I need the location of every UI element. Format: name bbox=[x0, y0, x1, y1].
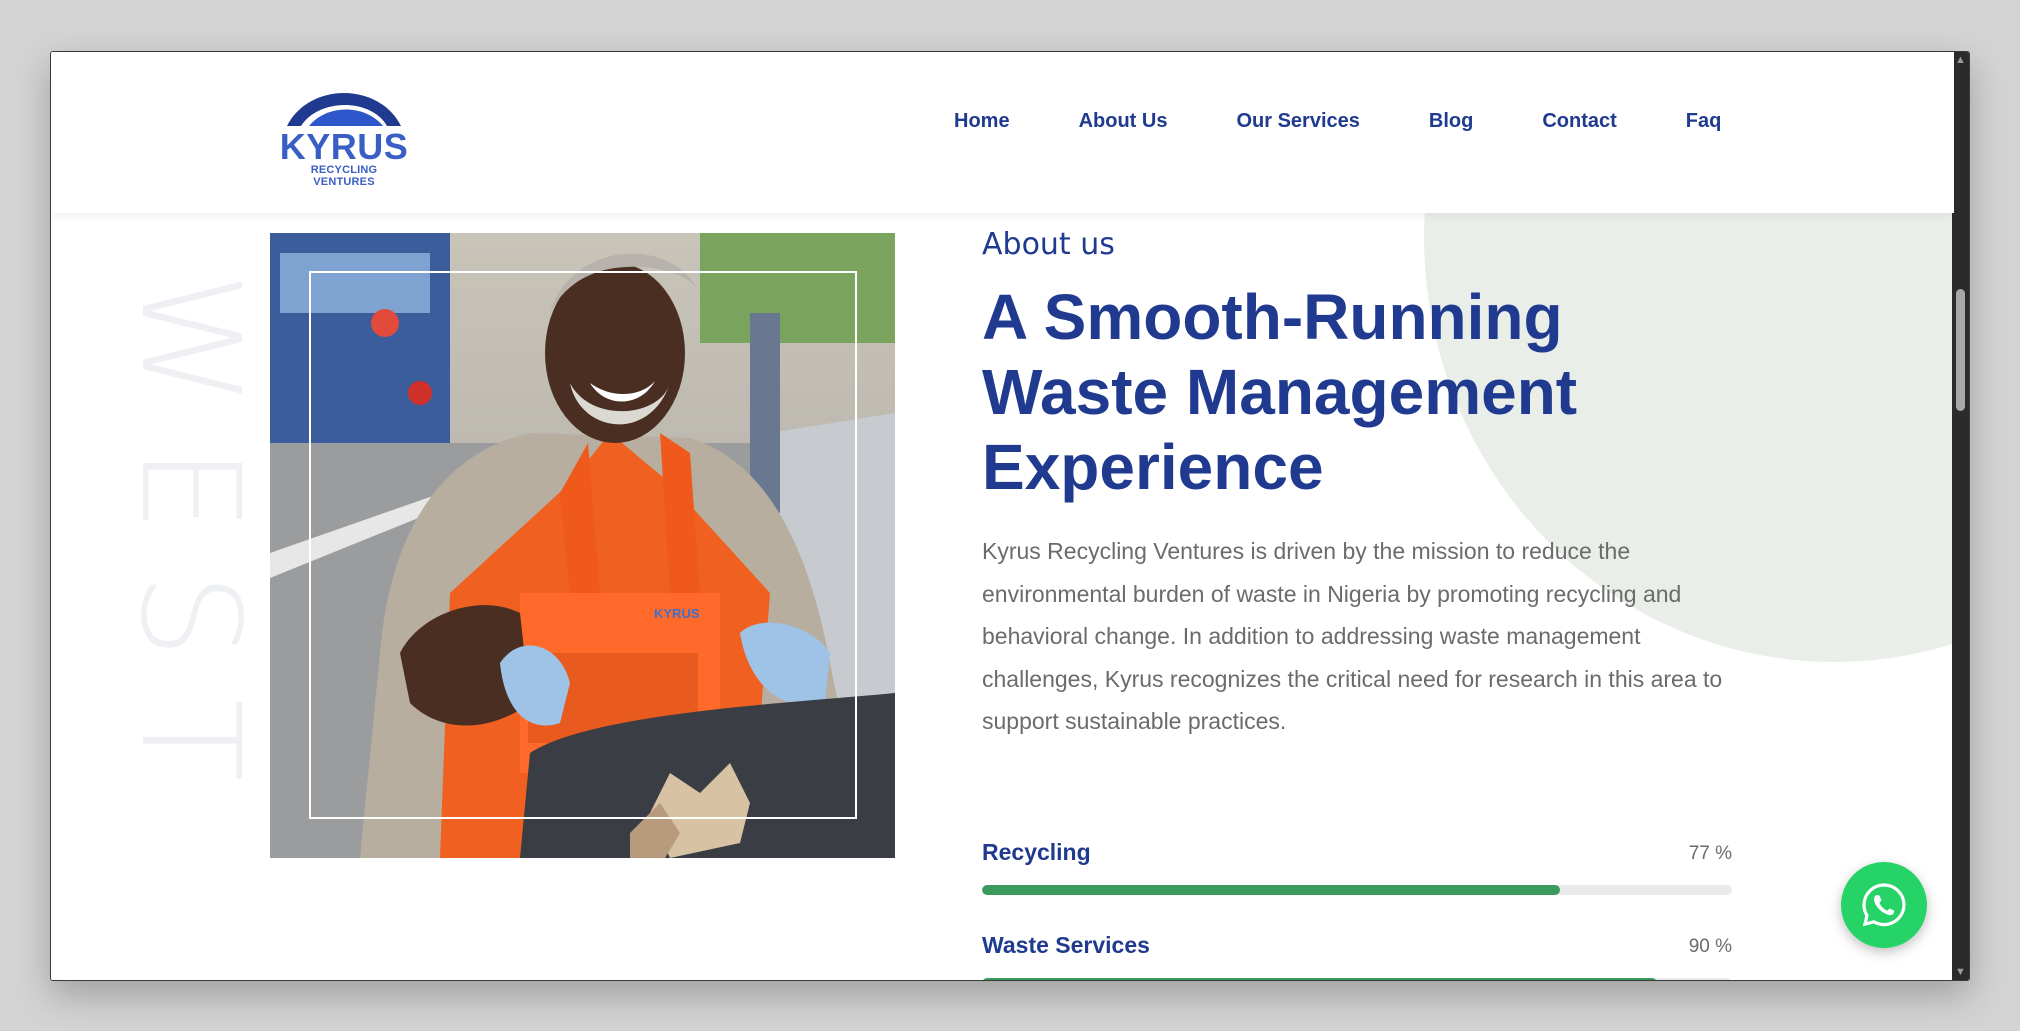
skill-label: Recycling bbox=[982, 839, 1091, 865]
whatsapp-icon bbox=[1862, 883, 1906, 927]
skill-percent: 90 % bbox=[1688, 936, 1732, 957]
section-eyebrow: About us bbox=[982, 227, 1115, 262]
skill-label: Waste Services bbox=[982, 932, 1150, 958]
progress-fill bbox=[982, 885, 1560, 895]
nav-home[interactable]: Home bbox=[954, 103, 1010, 139]
page: WEST KYRUS RECYCLING VENTURES Home About… bbox=[51, 52, 1954, 980]
scroll-down-arrow-icon[interactable]: ▼ bbox=[1952, 964, 1969, 980]
nav-blog[interactable]: Blog bbox=[1429, 103, 1473, 139]
skill-percent: 77 % bbox=[1688, 843, 1732, 864]
scroll-thumb[interactable] bbox=[1956, 289, 1965, 411]
nav-our-services[interactable]: Our Services bbox=[1236, 103, 1359, 139]
whatsapp-button[interactable] bbox=[1841, 862, 1927, 948]
kyrus-logo[interactable]: KYRUS RECYCLING VENTURES bbox=[279, 86, 409, 188]
progress-track bbox=[982, 885, 1732, 895]
vertical-scrollbar[interactable]: ▲ ▼ bbox=[1952, 52, 1969, 980]
logo-arc-icon bbox=[287, 93, 401, 126]
section-heading: A Smooth-Running Waste Management Experi… bbox=[982, 281, 1578, 503]
progress-track bbox=[982, 978, 1732, 980]
browser-window: WEST KYRUS RECYCLING VENTURES Home About… bbox=[50, 51, 1970, 981]
photo-frame-outline bbox=[309, 271, 857, 819]
logo-tagline: RECYCLING VENTURES bbox=[310, 164, 378, 188]
nav-contact[interactable]: Contact bbox=[1542, 103, 1616, 139]
site-header: KYRUS RECYCLING VENTURES Home About Us O… bbox=[51, 52, 1954, 213]
decorative-vertical-word: WEST bbox=[110, 272, 268, 822]
skill-waste-services: Waste Services 90 % bbox=[982, 932, 1732, 980]
logo-name: KYRUS bbox=[279, 126, 409, 167]
section-paragraph: Kyrus Recycling Ventures is driven by th… bbox=[982, 538, 1723, 734]
progress-fill bbox=[982, 978, 1657, 980]
skill-recycling: Recycling 77 % bbox=[982, 839, 1732, 899]
nav-faq[interactable]: Faq bbox=[1686, 103, 1722, 139]
scroll-up-arrow-icon[interactable]: ▲ bbox=[1952, 52, 1969, 68]
main-nav: Home About Us Our Services Blog Contact … bbox=[954, 103, 1721, 139]
nav-about-us[interactable]: About Us bbox=[1079, 103, 1168, 139]
